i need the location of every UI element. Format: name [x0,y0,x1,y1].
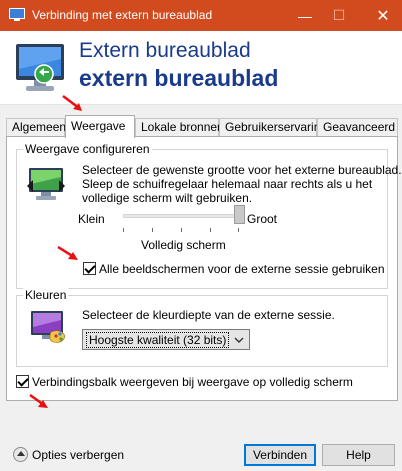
help-button[interactable]: Help [322,444,395,466]
remote-desktop-icon [9,8,25,21]
color-depth-select[interactable]: Hoogste kwaliteit (32 bits) [82,329,250,350]
display-settings-icon [27,168,65,200]
tab-gebruikerservaring[interactable]: Gebruikerservaring [219,118,327,137]
slider-tick [210,228,211,232]
slider-tick [238,228,239,232]
colors-group: Kleuren Selecteer de kleurdiepte van de … [16,288,388,367]
tab-lokale-bronnen[interactable]: Lokale bronnen [135,118,224,137]
size-slider-thumb[interactable] [233,205,245,224]
collapse-options-icon[interactable] [13,447,28,462]
display-description-2: Sleep de schuifregelaar helemaal naar re… [82,177,373,191]
colors-label: Kleuren [23,288,69,302]
tab-strip: Algemeen Weergave Lokale bronnen Gebruik… [6,115,398,138]
remote-desktop-monitor-icon [16,44,64,91]
annotation-arrow-icon [62,95,82,111]
display-config-group: Weergave configureren Selecteer de gewen… [16,142,402,289]
title-bar: Verbinding met extern bureaublad — ☐ ✕ [0,0,402,31]
slider-min-label: Klein [78,212,105,226]
connection-bar-label[interactable]: Verbindingsbalk weergeven bij weergave o… [32,375,353,389]
colors-description: Selecteer de kleurdiepte van de externe … [82,308,335,322]
chevron-down-icon [234,337,244,343]
header-subtitle: extern bureaublad [79,65,279,91]
slider-tick [181,228,182,232]
options-toggle-label[interactable]: Opties verbergen [32,448,124,462]
header-banner: Extern bureaublad extern bureaublad [0,31,402,105]
window-title: Verbinding met extern bureaublad [32,8,213,22]
size-slider-track[interactable] [123,214,239,218]
color-palette-icon [31,311,66,343]
tab-weergave[interactable]: Weergave [65,115,135,138]
tab-algemeen[interactable]: Algemeen [6,118,66,137]
display-config-label: Weergave configureren [23,142,152,156]
connection-bar-checkbox[interactable] [16,375,29,388]
minimize-button[interactable]: — [288,0,322,31]
annotation-arrow-icon [29,394,48,408]
tab-panel-weergave: Weergave configureren Selecteer de gewen… [6,136,402,408]
use-all-monitors-label[interactable]: Alle beeldschermen voor de externe sessi… [99,262,385,276]
slider-max-label: Groot [247,212,278,226]
connect-button[interactable]: Verbinden [244,444,316,466]
close-button[interactable]: ✕ [366,0,400,31]
slider-value-label: Volledig scherm [141,238,226,252]
use-all-monitors-checkbox[interactable] [83,262,96,275]
tab-geavanceerd[interactable]: Geavanceerd [317,118,398,137]
display-description-3: volledige scherm wilt gebruiken. [82,191,253,205]
slider-tick [123,228,124,232]
color-depth-value: Hoogste kwaliteit (32 bits) [86,332,230,348]
annotation-arrow-icon [57,246,78,260]
slider-tick [152,228,153,232]
header-title: Extern bureaublad [79,39,251,62]
maximize-button[interactable]: ☐ [322,0,356,31]
display-description-1: Selecteer de gewenste grootte voor het e… [82,163,402,177]
